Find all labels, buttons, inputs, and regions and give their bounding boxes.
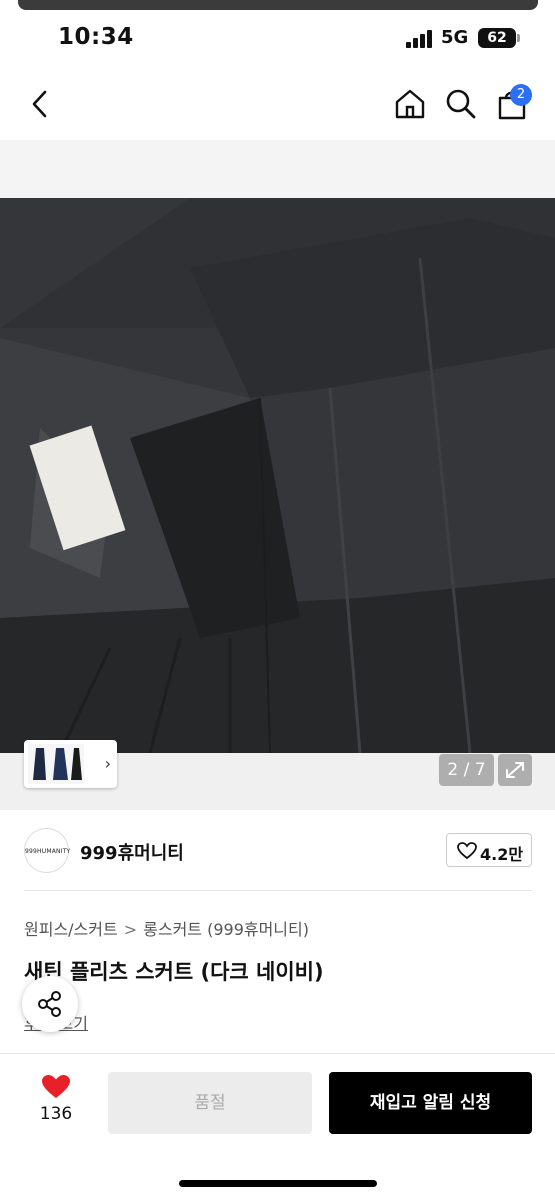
breadcrumb: 원피스/스커트 > 롱스커트 (999휴머니티) [24,916,309,940]
brand-name[interactable]: 999휴머니티 [80,839,184,865]
search-icon[interactable] [443,86,479,122]
top-navigation [0,72,555,136]
status-time: 10:34 [58,24,134,50]
chevron-left-icon[interactable] [22,86,58,122]
bottom-action-bar: 136 품절 재입고 알림 신청 [0,1054,555,1200]
breadcrumb-item-subcategory[interactable]: 롱스커트 (999휴머니티) [143,920,309,939]
skirt-photo [0,198,555,810]
heart-filled-icon [42,1075,70,1098]
thumbnail-preview [28,744,84,784]
thumbnail-strip-button[interactable]: › [24,740,117,788]
network-type: 5G [441,27,469,48]
soldout-button[interactable]: 품절 [108,1072,312,1134]
breadcrumb-item-category[interactable]: 원피스/스커트 [24,920,118,939]
status-bar: 10:34 5G 62 [0,18,555,58]
expand-icon [506,762,524,778]
top-edge [18,0,538,10]
restock-alert-button[interactable]: 재입고 알림 신청 [329,1072,532,1134]
image-page-indicator: 2 / 7 [439,754,494,786]
share-button[interactable] [22,976,78,1032]
expand-button[interactable] [498,754,532,786]
product-title: 새틴 플리츠 스커트 (다크 네이비) [24,960,324,984]
home-indicator [179,1180,377,1187]
brand-row: 999HUMANITY 999휴머니티 4.2만 [24,828,532,874]
product-image[interactable] [0,198,555,810]
header-spacer [0,140,555,200]
heart-outline-icon [457,842,477,860]
signal-icon [406,30,434,48]
home-icon[interactable] [392,86,428,122]
brand-like-count: 4.2만 [480,845,524,864]
wishlist-button[interactable]: 136 [28,1074,84,1124]
divider [24,890,532,891]
wishlist-count: 136 [39,1104,73,1124]
brand-logo[interactable]: 999HUMANITY [24,828,70,873]
battery-icon: 62 [478,28,520,48]
breadcrumb-separator: > [123,920,138,939]
chevron-right-icon: › [104,754,111,773]
cart-count-badge: 2 [510,84,532,106]
share-icon [38,991,61,1017]
brand-like-button[interactable]: 4.2만 [446,833,532,867]
